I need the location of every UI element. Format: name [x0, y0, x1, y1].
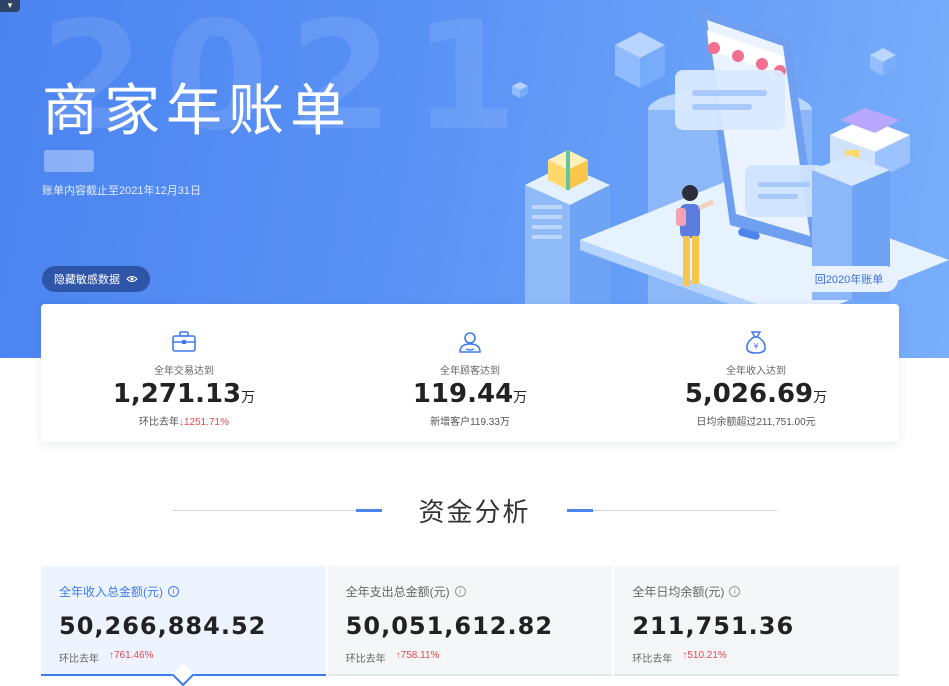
- compare-value: ↑761.46%: [109, 650, 154, 661]
- tab-label: 全年收入总金额(元): [59, 585, 163, 599]
- summary-sub: 日均余额超过211,751.00元: [696, 417, 816, 428]
- summary-sub: 新增客户119.33万: [430, 417, 510, 428]
- summary-label: 全年交易达到: [154, 366, 214, 377]
- collapse-toggle[interactable]: ▾: [0, 0, 20, 12]
- info-icon[interactable]: i: [729, 586, 741, 597]
- info-icon[interactable]: i: [168, 586, 179, 597]
- tab-value: 211,751.36: [632, 612, 795, 640]
- summary-customers: 全年顾客达到 119.44万 新增客户119.33万: [327, 304, 613, 442]
- tab-daily-balance[interactable]: 全年日均余额(元) i 211,751.36 环比去年 ↑510.21%: [614, 566, 900, 676]
- summary-value: 119.44万: [412, 379, 528, 409]
- briefcase-icon: [172, 331, 196, 352]
- hide-sensitive-data-label: 隐藏敏感数据: [54, 274, 120, 286]
- compare-value: ↑510.21%: [682, 650, 727, 661]
- summary-income: ¥ 全年收入达到 5,026.69万 日均余额超过211,751.00元: [613, 304, 899, 442]
- info-icon[interactable]: i: [454, 586, 466, 597]
- page-title: 商家年账单: [42, 79, 352, 144]
- annual-summary-card: 全年交易达到 1,271.13万 环比去年↓1251.71% 全年顾客达到 11…: [41, 304, 899, 442]
- tab-value: 50,266,884.52: [59, 612, 267, 640]
- eye-icon: [126, 276, 138, 282]
- section-title: 资金分析: [418, 497, 531, 528]
- hide-sensitive-data-button[interactable]: 隐藏敏感数据: [42, 266, 150, 292]
- tab-label: 全年日均余额(元): [632, 585, 725, 599]
- users-icon: [459, 332, 481, 353]
- compare-label: 环比去年: [59, 654, 99, 665]
- compare-label: 环比去年: [345, 654, 386, 665]
- section-heading: 资金分析: [0, 490, 949, 530]
- compare-label: 环比去年: [632, 654, 673, 665]
- summary-sub: 环比去年↓1251.71%: [138, 417, 230, 428]
- summary-value: 1,271.13万: [112, 379, 256, 409]
- merchant-name-masked: [44, 150, 94, 172]
- summary-label: 全年顾客达到: [440, 366, 500, 377]
- compare-value: ↑758.11%: [395, 650, 440, 661]
- svg-text:¥: ¥: [753, 342, 758, 351]
- divider-left: [172, 508, 383, 512]
- summary-value: 5,026.69万: [684, 379, 828, 409]
- tab-value: 50,051,612.82: [345, 612, 554, 640]
- money-bag-icon: ¥: [746, 331, 766, 354]
- cutoff-date-text: 账单内容截止至2021年12月31日: [42, 185, 201, 197]
- divider-right: [566, 508, 777, 512]
- summary-label: 全年收入达到: [726, 366, 786, 377]
- tab-label: 全年支出总金额(元): [345, 585, 450, 599]
- tab-annual-expense[interactable]: 全年支出总金额(元) i 50,051,612.82 环比去年 ↑758.11%: [327, 566, 613, 676]
- fund-analysis-tabs: 全年收入总金额(元) i 50,266,884.52 环比去年 ↑761.46% 全…: [41, 566, 900, 676]
- prev-year-bill-button[interactable]: 回2020年账单: [800, 266, 898, 292]
- tab-annual-income[interactable]: 全年收入总金额(元) i 50,266,884.52 环比去年 ↑761.46%: [41, 566, 326, 676]
- summary-transactions: 全年交易达到 1,271.13万 环比去年↓1251.71%: [41, 304, 327, 442]
